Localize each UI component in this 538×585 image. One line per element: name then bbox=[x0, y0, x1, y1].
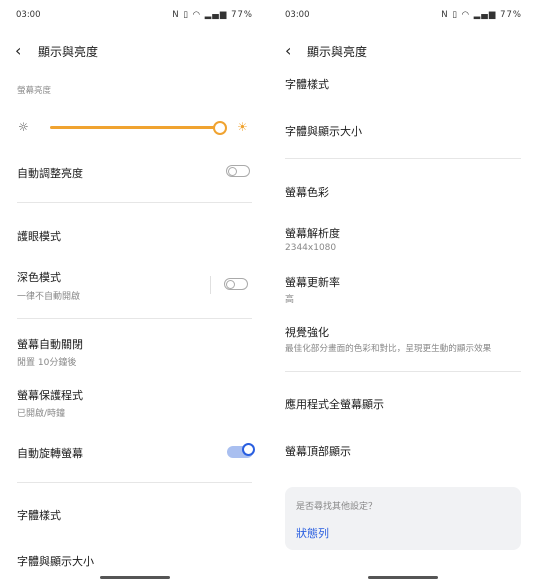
brightness-slider-thumb[interactable] bbox=[213, 121, 227, 135]
dark-mode-toggle[interactable] bbox=[224, 278, 248, 290]
status-bar-link[interactable]: 狀態列 bbox=[296, 525, 329, 541]
divider bbox=[285, 371, 521, 372]
auto-rotate-label: 自動旋轉螢幕 bbox=[17, 447, 83, 460]
gesture-nav-bar[interactable] bbox=[368, 576, 438, 579]
signal-icon: ▂▄▆ bbox=[204, 10, 228, 20]
screenshot-pair: 03:00 N ▯ ◠ ▂▄▆ 77% ‹ 顯示與亮度 螢幕亮度 ☼ ☀ 自動調… bbox=[0, 0, 538, 585]
status-bar: 03:00 N ▯ ◠ ▂▄▆ 77% bbox=[16, 10, 253, 24]
left-settings-screen: 03:00 N ▯ ◠ ▂▄▆ 77% ‹ 顯示與亮度 螢幕亮度 ☼ ☀ 自動調… bbox=[0, 0, 269, 585]
page-title: 顯示與亮度 bbox=[38, 45, 99, 59]
status-time: 03:00 bbox=[285, 10, 310, 20]
sun-bright-icon: ☀ bbox=[237, 120, 248, 134]
gesture-nav-bar[interactable] bbox=[100, 576, 170, 579]
dark-mode-subtitle: 一律不自動開啟 bbox=[17, 292, 81, 302]
divider bbox=[17, 202, 252, 203]
top-display-item[interactable]: 螢幕頂部顯示 bbox=[285, 443, 351, 459]
page-title: 顯示與亮度 bbox=[307, 45, 368, 59]
fullscreen-apps-item[interactable]: 應用程式全螢幕顯示 bbox=[285, 396, 384, 412]
auto-brightness-label: 自動調整亮度 bbox=[17, 167, 83, 180]
font-style-item[interactable]: 字體樣式 bbox=[285, 76, 329, 92]
brightness-section-label: 螢幕亮度 bbox=[17, 86, 52, 96]
font-style-item[interactable]: 字體樣式 bbox=[17, 507, 61, 523]
screen-timeout-label: 螢幕自動關閉 bbox=[17, 338, 83, 351]
screen-timeout-subtitle: 閒置 10分鐘後 bbox=[17, 358, 77, 368]
font-size-item[interactable]: 字體與顯示大小 bbox=[17, 553, 94, 569]
visual-enhance-subtitle: 最佳化部分畫面的色彩和對比，呈現更生動的顯示效果 bbox=[285, 344, 492, 354]
refresh-rate-value: 高 bbox=[285, 295, 295, 305]
divider bbox=[17, 482, 252, 483]
toggle-knob bbox=[228, 167, 237, 176]
toggle-knob bbox=[242, 443, 255, 456]
signal-icon: ▂▄▆ bbox=[473, 10, 497, 20]
back-arrow-icon[interactable]: ‹ bbox=[15, 41, 21, 60]
nfc-icon: N bbox=[441, 10, 449, 20]
back-arrow-icon[interactable]: ‹ bbox=[285, 41, 291, 60]
battery-percent: 77% bbox=[231, 10, 253, 20]
vibrate-icon: ▯ bbox=[183, 10, 189, 20]
dark-mode-label: 深色模式 bbox=[17, 271, 61, 284]
font-size-item[interactable]: 字體與顯示大小 bbox=[285, 123, 362, 139]
suggestion-card: 是否尋找其他設定？ 狀態列 bbox=[285, 487, 521, 550]
resolution-label: 螢幕解析度 bbox=[285, 227, 340, 240]
wifi-icon: ◠ bbox=[461, 10, 471, 20]
toggle-knob bbox=[226, 280, 235, 289]
eye-care-mode-item[interactable]: 護眼模式 bbox=[17, 228, 61, 244]
visual-enhance-label: 視覺強化 bbox=[285, 326, 329, 339]
sun-dim-icon: ☼ bbox=[18, 120, 29, 134]
divider bbox=[285, 158, 521, 159]
screen-saver-subtitle: 已開啟/時鐘 bbox=[17, 409, 66, 419]
screen-saver-label: 螢幕保護程式 bbox=[17, 389, 83, 402]
right-settings-screen: 03:00 N ▯ ◠ ▂▄▆ 77% ‹ 顯示與亮度 字體樣式 字體與顯示大小… bbox=[269, 0, 538, 585]
vertical-separator bbox=[210, 276, 211, 294]
screen-color-item[interactable]: 螢幕色彩 bbox=[285, 184, 329, 200]
status-icons: N ▯ ◠ ▂▄▆ 77% bbox=[172, 10, 253, 20]
wifi-icon: ◠ bbox=[192, 10, 202, 20]
nfc-icon: N bbox=[172, 10, 180, 20]
battery-percent: 77% bbox=[500, 10, 522, 20]
vibrate-icon: ▯ bbox=[452, 10, 458, 20]
auto-rotate-toggle[interactable] bbox=[227, 443, 255, 458]
divider bbox=[17, 318, 252, 319]
auto-brightness-toggle[interactable] bbox=[226, 165, 250, 177]
brightness-slider-track[interactable] bbox=[50, 126, 220, 129]
status-icons: N ▯ ◠ ▂▄▆ 77% bbox=[441, 10, 522, 20]
suggestion-question: 是否尋找其他設定？ bbox=[296, 502, 378, 512]
status-bar: 03:00 N ▯ ◠ ▂▄▆ 77% bbox=[285, 10, 522, 24]
status-time: 03:00 bbox=[16, 10, 41, 20]
resolution-value: 2344x1080 bbox=[285, 243, 337, 253]
refresh-rate-label: 螢幕更新率 bbox=[285, 276, 340, 289]
